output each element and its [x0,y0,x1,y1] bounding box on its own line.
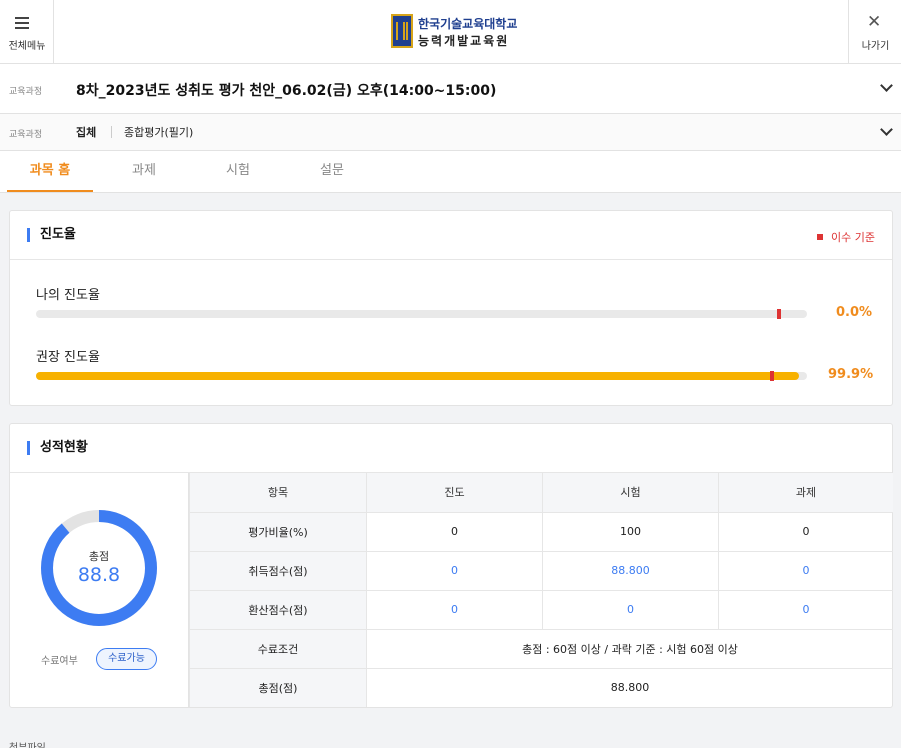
header-item: 항목 [189,473,367,513]
course-selector[interactable]: 교육과정 8차_2023년도 성취도 평가 천안_06.02(금) 오후(14:… [0,64,901,114]
legend-label: 이수 기준 [831,231,875,244]
chevron-down-icon[interactable] [880,79,893,92]
all-menu-button[interactable]: 전체메뉴 [0,0,54,64]
tab-assignments[interactable]: 과제 [101,151,187,192]
total-score-panel: 총점 88.8 수료여부 수료가능 [10,473,189,708]
exit-label: 나가기 [861,41,890,52]
row-label: 취득점수(점) [189,550,367,591]
row-label: 수료조건 [189,628,367,669]
close-icon: ✕ [867,12,882,32]
table-row: 평가비율(%) 0 100 0 [189,511,893,552]
chevron-down-icon[interactable] [880,123,893,136]
row-label: 환산점수(점) [189,589,367,630]
completion-label: 수료여부 [41,656,78,667]
koreatech-emblem-icon [391,14,413,48]
completion-threshold-marker [777,309,781,319]
table-header-row: 항목 진도 시험 과제 [189,473,893,513]
subject-name: 종합평가(필기) [124,126,194,139]
total-score-cell: 88.800 [366,667,893,707]
table-row: 수료조건 총점 : 60점 이상 / 과락 기준 : 시험 60점 이상 [189,628,893,669]
cell-value: 0 [718,589,893,630]
criteria-marker-icon [817,234,824,240]
grades-card-header: 성적현황 [10,424,892,473]
completion-threshold-marker [770,371,774,381]
cell-value: 0 [542,589,719,630]
cell-value: 0 [366,511,543,552]
row-label: 평가비율(%) [189,511,367,552]
header-exam: 시험 [542,473,719,513]
course-title: 8차_2023년도 성취도 평가 천안_06.02(금) 오후(14:00~15… [76,83,497,99]
course-label: 교육과정 [9,87,43,97]
table-row: 총점(점) 88.800 [189,667,893,707]
tab-course-home[interactable]: 과목 홈 [7,151,93,192]
grades-card: 성적현황 총점 88.8 수료여부 수료가능 항목 진도 시험 과제 평가비율(… [9,423,893,708]
table-row: 취득점수(점) 0 88.800 0 [189,550,893,591]
exit-button[interactable]: ✕ 나가기 [848,0,901,64]
cell-value: 0 [366,550,543,591]
completion-criteria-legend: 이수 기준 [817,229,875,245]
cell-value: 100 [542,511,719,552]
my-progress-value: 0.0% [836,305,873,320]
subject-selector-label: 교육과정 [9,130,43,140]
attachments-label: 첨부파일 [9,739,46,748]
tab-surveys[interactable]: 설문 [289,151,375,192]
my-progress-bar [36,309,807,319]
recommended-progress-value: 99.9% [828,367,874,382]
course-tabs: 과목 홈 과제 시험 설문 [0,151,901,193]
recommended-progress-fill [36,372,800,380]
completion-condition-text: 총점 : 60점 이상 / 과락 기준 : 시험 60점 이상 [366,628,893,669]
subject-selector[interactable]: 교육과정 집체 종합평가(필기) [0,114,901,151]
total-score-value: 88.8 [77,564,121,586]
progress-title: 진도율 [27,228,76,242]
header-assignment: 과제 [718,473,893,513]
table-row: 환산점수(점) 0 0 0 [189,589,893,630]
my-progress-label: 나의 진도율 [36,288,100,303]
row-label: 총점(점) [189,667,367,707]
cell-value: 0 [366,589,543,630]
cell-value: 0 [718,550,893,591]
grades-table: 항목 진도 시험 과제 평가비율(%) 0 100 0 취득점수(점) 0 88… [189,473,893,707]
divider [111,126,112,138]
all-menu-label: 전체메뉴 [8,41,46,52]
recommended-progress-bar [36,371,807,381]
progress-card-header: 진도율 이수 기준 [10,211,892,260]
completion-status-badge: 수료가능 [96,648,157,670]
cell-value: 0 [718,511,893,552]
grades-title: 성적현황 [27,441,88,455]
cell-value: 88.800 [542,550,719,591]
course-type: 집체 [76,126,97,139]
tab-exams[interactable]: 시험 [195,151,281,192]
header-progress: 진도 [366,473,543,513]
top-header: 전체메뉴 한국기술교육대학교 능력개발교육원 ✕ 나가기 [0,0,901,64]
hamburger-icon [15,17,29,29]
logo-institute-name: 능력개발교육원 [418,34,510,48]
total-score-caption: 총점 [88,550,110,563]
recommended-progress-label: 권장 진도율 [36,350,100,365]
logo-university-name: 한국기술교육대학교 [418,17,518,31]
progress-card: 진도율 이수 기준 나의 진도율 0.0% 권장 진도율 99.9% [9,210,893,406]
